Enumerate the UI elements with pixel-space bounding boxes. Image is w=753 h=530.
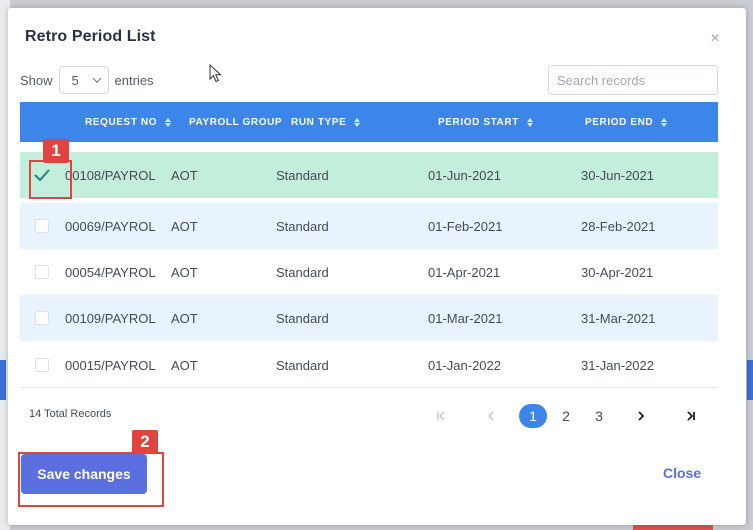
- column-header-period-end[interactable]: PERIOD END: [585, 102, 668, 142]
- payroll-group: AOT: [171, 167, 198, 183]
- run-type: Standard: [276, 357, 329, 373]
- step-1-badge: 1: [43, 139, 69, 163]
- table-row[interactable]: 00015/PAYROL AOT Standard 01-Jan-2022 31…: [20, 342, 718, 388]
- period-end: 31-Jan-2022: [581, 357, 654, 373]
- step-2-highlight: [18, 452, 164, 507]
- column-header-label: PERIOD START: [438, 116, 519, 128]
- first-page-icon[interactable]: [434, 404, 448, 428]
- column-header-label: REQUEST NO: [85, 116, 158, 128]
- page-2-button[interactable]: 2: [558, 404, 574, 428]
- request-no: 00108/PAYROL: [65, 167, 156, 183]
- sort-icon: [354, 117, 361, 127]
- column-header-payroll-group[interactable]: PAYROLL GROUP: [189, 102, 282, 142]
- period-start: 01-Jun-2021: [428, 167, 501, 183]
- run-type: Standard: [276, 264, 329, 280]
- payroll-group: AOT: [171, 264, 198, 280]
- step-2-badge: 2: [132, 430, 158, 454]
- sort-icon: [661, 117, 668, 127]
- column-header-label: RUN TYPE: [291, 116, 347, 128]
- row-checkbox[interactable]: [35, 219, 49, 233]
- run-type: Standard: [276, 310, 329, 326]
- payroll-group: AOT: [171, 218, 198, 234]
- entries-value: 5: [71, 72, 79, 88]
- request-no: 00015/PAYROL: [65, 357, 156, 373]
- close-icon[interactable]: ×: [708, 31, 722, 47]
- request-no: 00069/PAYROL: [65, 218, 156, 234]
- column-header-label: PERIOD END: [585, 116, 654, 128]
- entries-label: entries: [114, 72, 154, 88]
- page-3-button[interactable]: 3: [591, 404, 607, 428]
- modal-title: Retro Period List: [25, 28, 156, 45]
- search-input[interactable]: [548, 65, 718, 95]
- background-accent: [747, 360, 753, 400]
- run-type: Standard: [276, 167, 329, 183]
- payroll-group: AOT: [171, 357, 198, 373]
- next-page-icon[interactable]: [634, 404, 648, 428]
- column-header-run-type[interactable]: RUN TYPE: [291, 102, 361, 142]
- period-end: 30-Apr-2021: [581, 264, 654, 280]
- step-1-highlight: [29, 160, 72, 199]
- table-row[interactable]: 00109/PAYROL AOT Standard 01-Mar-2021 31…: [20, 295, 718, 341]
- previous-page-icon[interactable]: [484, 404, 498, 428]
- table-row[interactable]: 00069/PAYROL AOT Standard 01-Feb-2021 28…: [20, 203, 718, 249]
- row-checkbox[interactable]: [35, 358, 49, 372]
- request-no: 00054/PAYROL: [65, 264, 156, 280]
- column-header-request-no[interactable]: REQUEST NO: [85, 102, 172, 142]
- sort-icon: [526, 117, 533, 127]
- total-records: 14 Total Records: [29, 408, 112, 420]
- background-accent: [0, 360, 6, 400]
- last-page-icon[interactable]: [684, 404, 698, 428]
- table-row[interactable]: 00108/PAYROL AOT Standard 01-Jun-2021 30…: [20, 152, 718, 198]
- sort-icon: [165, 117, 172, 127]
- request-no: 00109/PAYROL: [65, 310, 156, 326]
- row-checkbox[interactable]: [35, 311, 49, 325]
- period-end: 31-Mar-2021: [581, 310, 656, 326]
- period-start: 01-Jan-2022: [428, 357, 501, 373]
- chevron-down-icon: [92, 74, 101, 83]
- period-start: 01-Mar-2021: [428, 310, 503, 326]
- entries-select[interactable]: 5: [58, 66, 109, 94]
- mouse-cursor-icon: [209, 64, 222, 83]
- show-label: Show: [20, 72, 53, 88]
- period-end: 28-Feb-2021: [581, 218, 656, 234]
- column-header-label: PAYROLL GROUP: [189, 116, 283, 128]
- period-start: 01-Feb-2021: [428, 218, 503, 234]
- payroll-group: AOT: [171, 310, 198, 326]
- table-row[interactable]: 00054/PAYROL AOT Standard 01-Apr-2021 30…: [20, 249, 718, 295]
- close-button[interactable]: Close: [663, 465, 701, 481]
- column-header-period-start[interactable]: PERIOD START: [438, 102, 533, 142]
- period-end: 30-Jun-2021: [581, 167, 654, 183]
- page-1-button[interactable]: 1: [519, 404, 547, 428]
- show-entries-control: Show 5 entries: [20, 65, 154, 95]
- row-checkbox[interactable]: [35, 265, 49, 279]
- period-start: 01-Apr-2021: [428, 264, 501, 280]
- run-type: Standard: [276, 218, 329, 234]
